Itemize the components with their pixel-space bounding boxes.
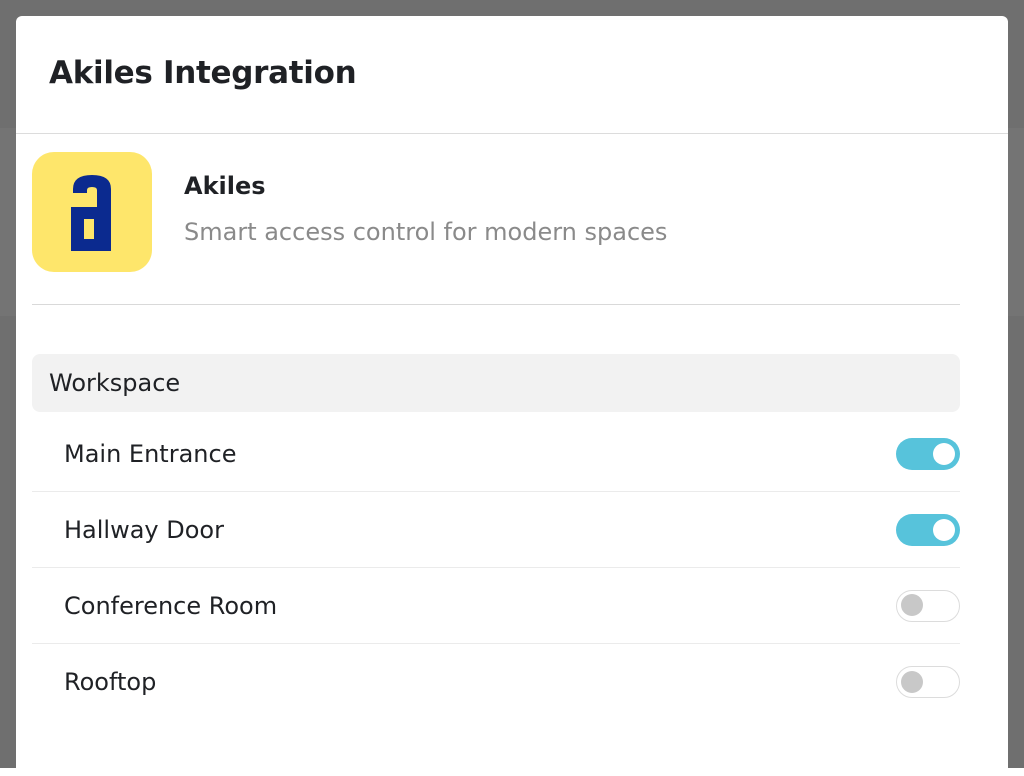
akiles-logo-icon bbox=[32, 152, 152, 272]
door-row-conference-room: Conference Room bbox=[32, 568, 960, 644]
app-info: Akiles Smart access control for modern s… bbox=[32, 152, 960, 305]
toggle-knob bbox=[933, 518, 955, 541]
door-label: Rooftop bbox=[64, 668, 157, 696]
door-list: Main Entrance Hallway Door Conference Ro… bbox=[32, 416, 960, 720]
toggle-knob bbox=[901, 594, 923, 616]
toggle-knob bbox=[933, 442, 955, 465]
door-row-main-entrance: Main Entrance bbox=[32, 416, 960, 492]
akiles-logo-glyph bbox=[71, 175, 111, 251]
toggle-knob bbox=[901, 670, 923, 693]
modal-header: Akiles Integration bbox=[16, 16, 1008, 134]
door-toggle-conference-room[interactable] bbox=[896, 589, 960, 622]
door-row-rooftop: Rooftop bbox=[32, 644, 960, 720]
door-toggle-hallway-door[interactable] bbox=[896, 513, 960, 546]
app-name: Akiles bbox=[184, 172, 266, 200]
door-label: Conference Room bbox=[64, 591, 278, 620]
door-toggle-rooftop[interactable] bbox=[896, 666, 960, 698]
section-header-workspace: Workspace bbox=[32, 354, 960, 412]
door-toggle-main-entrance[interactable] bbox=[896, 437, 960, 470]
section-title: Workspace bbox=[49, 369, 181, 397]
modal-title: Akiles Integration bbox=[49, 55, 357, 91]
app-description: Smart access control for modern spaces bbox=[184, 218, 668, 246]
door-label: Main Entrance bbox=[64, 439, 237, 468]
door-row-hallway-door: Hallway Door bbox=[32, 492, 960, 568]
door-label: Hallway Door bbox=[64, 515, 224, 544]
